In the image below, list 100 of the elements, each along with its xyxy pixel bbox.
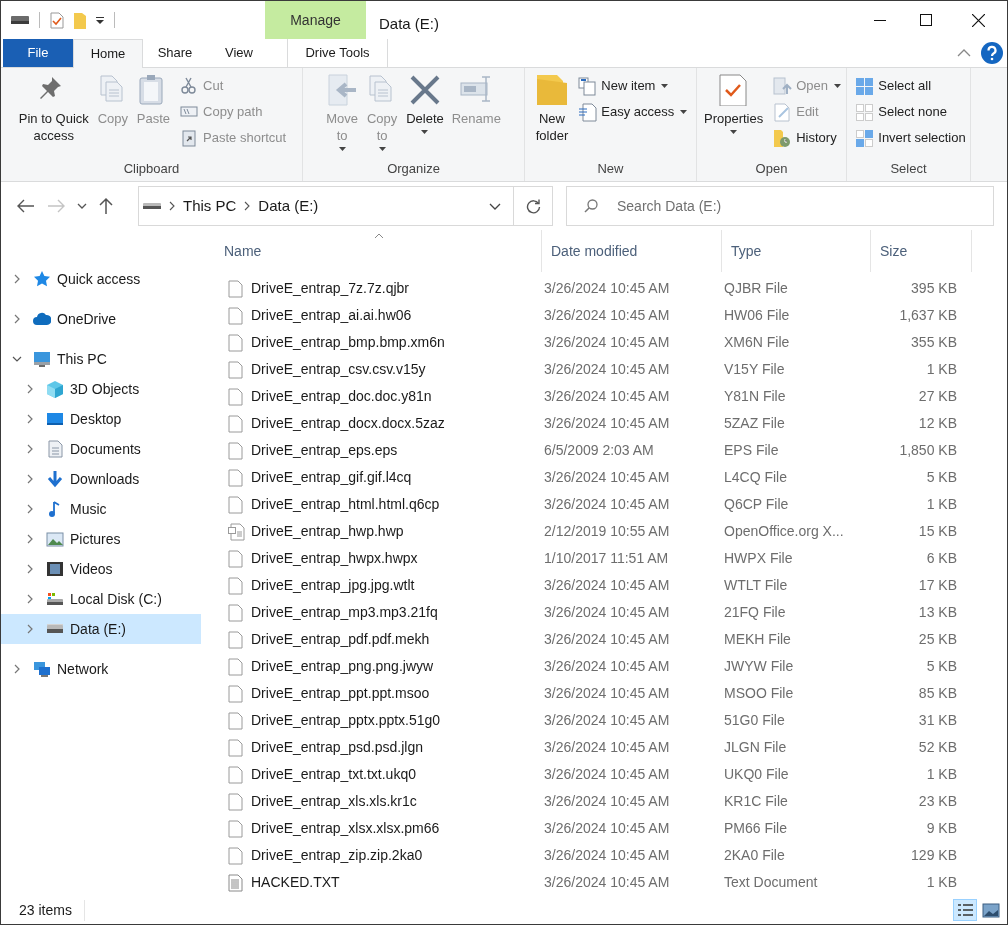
properties-icon[interactable]	[50, 11, 64, 29]
collapsed-chevron-icon[interactable]	[27, 414, 33, 424]
collapsed-chevron-icon[interactable]	[14, 664, 20, 674]
column-header[interactable]: Size	[871, 230, 972, 272]
ribbon-button[interactable]: Delete	[404, 74, 446, 134]
recent-locations-icon[interactable]	[77, 203, 87, 209]
collapsed-chevron-icon[interactable]	[27, 534, 33, 544]
navigation-item[interactable]: Pictures	[1, 524, 201, 554]
ribbon-tab[interactable]: Drive Tools	[287, 39, 388, 67]
help-icon[interactable]	[981, 42, 1003, 64]
file-name[interactable]: DriveE_entrap_bmp.bmp.xm6n	[245, 332, 544, 353]
navigation-item[interactable]: 3D Objects	[1, 374, 201, 404]
document-icon	[228, 522, 245, 541]
collapsed-chevron-icon[interactable]	[27, 564, 33, 574]
ribbon-button[interactable]: Pin to Quick access	[16, 74, 91, 144]
date-modified: 3/26/2024 10:45 AM	[544, 387, 671, 406]
refresh-button[interactable]	[514, 186, 553, 226]
date-modified: 3/26/2024 10:45 AM	[544, 792, 671, 811]
delete-icon	[408, 74, 441, 106]
collapsed-chevron-icon[interactable]	[27, 624, 33, 634]
file-name[interactable]: DriveE_entrap_ai.ai.hw06	[245, 305, 544, 326]
navigation-item[interactable]: Data (E:)	[1, 614, 201, 644]
address-bar[interactable]: This PC Data (E:)	[138, 186, 514, 226]
file-name[interactable]: DriveE_entrap_xlsx.xlsx.pm66	[245, 818, 544, 839]
navigation-item[interactable]: Network	[1, 654, 201, 684]
file-name[interactable]: DriveE_entrap_html.html.q6cp	[245, 494, 544, 515]
collapsed-chevron-icon[interactable]	[27, 474, 33, 484]
ribbon-button[interactable]: History	[773, 128, 842, 148]
collapsed-chevron-icon[interactable]	[14, 274, 20, 284]
collapsed-chevron-icon[interactable]	[14, 314, 20, 324]
file-size: 17 KB	[917, 576, 957, 595]
file-name[interactable]: DriveE_entrap_hwpx.hwpx	[245, 548, 544, 569]
file-name[interactable]: DriveE_entrap_mp3.mp3.21fq	[245, 602, 544, 623]
file-name[interactable]: DriveE_entrap_pptx.pptx.51g0	[245, 710, 544, 731]
column-header[interactable]: Date modified	[542, 230, 722, 272]
navigation-item[interactable]: OneDrive	[1, 304, 201, 334]
file-icon	[228, 657, 245, 676]
ribbon-tab[interactable]: Share	[143, 39, 207, 67]
collapse-ribbon-icon[interactable]	[957, 49, 971, 57]
column-header[interactable]: Name	[215, 230, 542, 272]
file-icon	[228, 684, 245, 703]
minimize-icon[interactable]	[874, 19, 886, 21]
ribbon-button[interactable]: Easy access	[578, 102, 688, 122]
ribbon-button[interactable]: New item	[578, 76, 688, 96]
navigation-item[interactable]: Desktop	[1, 404, 201, 434]
file-icon	[228, 846, 245, 865]
file-name[interactable]: DriveE_entrap_psd.psd.jlgn	[245, 737, 544, 758]
navigation-item[interactable]: Quick access	[1, 264, 201, 294]
breadcrumb[interactable]: This PC	[183, 194, 237, 218]
collapsed-chevron-icon[interactable]	[27, 444, 33, 454]
file-name[interactable]: DriveE_entrap_jpg.jpg.wtlt	[245, 575, 544, 596]
file-name[interactable]: DriveE_entrap_doc.doc.y81n	[245, 386, 544, 407]
ribbon-button[interactable]: Invert selection	[855, 128, 966, 148]
expanded-chevron-icon[interactable]	[12, 356, 22, 362]
file-name[interactable]: DriveE_entrap_docx.docx.5zaz	[245, 413, 544, 434]
collapsed-chevron-icon[interactable]	[27, 594, 33, 604]
navigation-item[interactable]: This PC	[1, 344, 201, 374]
file-name[interactable]: HACKED.TXT	[245, 872, 544, 893]
collapsed-chevron-icon[interactable]	[27, 504, 33, 514]
file-name[interactable]: DriveE_entrap_pdf.pdf.mekh	[245, 629, 544, 650]
navigation-item[interactable]: Videos	[1, 554, 201, 584]
file-type: WTLT File	[724, 576, 789, 595]
file-name[interactable]: DriveE_entrap_gif.gif.l4cq	[245, 467, 544, 488]
file-name[interactable]: DriveE_entrap_hwp.hwp	[245, 521, 544, 542]
cube-icon	[46, 380, 64, 398]
file-type: PM66 File	[724, 819, 789, 838]
navigation-item[interactable]: Local Disk (C:)	[1, 584, 201, 614]
navigation-item[interactable]: Documents	[1, 434, 201, 464]
file-name[interactable]: DriveE_entrap_txt.txt.ukq0	[245, 764, 544, 785]
ribbon-button[interactable]: Select none	[855, 102, 966, 122]
file-name[interactable]: DriveE_entrap_csv.csv.v15y	[245, 359, 544, 380]
computer-icon	[33, 350, 51, 368]
ribbon-tab[interactable]: Home	[73, 39, 143, 68]
file-size: 6 KB	[925, 549, 957, 568]
column-header[interactable]: Type	[722, 230, 871, 272]
file-icon	[228, 333, 245, 352]
file-name[interactable]: DriveE_entrap_ppt.ppt.msoo	[245, 683, 544, 704]
date-modified: 3/26/2024 10:45 AM	[544, 468, 671, 487]
ribbon-button[interactable]: New folder	[533, 74, 571, 144]
ribbon-button[interactable]: Select all	[855, 76, 966, 96]
back-arrow-icon[interactable]	[17, 199, 35, 213]
file-name[interactable]: DriveE_entrap_png.png.jwyw	[245, 656, 544, 677]
maximize-icon[interactable]	[920, 14, 932, 26]
file-name[interactable]: DriveE_entrap_xls.xls.kr1c	[245, 791, 544, 812]
file-name[interactable]: DriveE_entrap_7z.7z.qjbr	[245, 278, 544, 299]
up-arrow-icon[interactable]	[99, 197, 113, 215]
close-icon[interactable]	[971, 13, 985, 27]
breadcrumb[interactable]: Data (E:)	[258, 194, 319, 218]
navigation-item[interactable]: Downloads	[1, 464, 201, 494]
dropdown-icon[interactable]	[96, 16, 104, 24]
file-name[interactable]: DriveE_entrap_zip.zip.2ka0	[245, 845, 544, 866]
ribbon-tab[interactable]: File	[3, 39, 73, 67]
file-name[interactable]: DriveE_entrap_eps.eps	[245, 440, 544, 461]
navigation-item[interactable]: Music	[1, 494, 201, 524]
ribbon-button[interactable]: Properties	[701, 74, 766, 134]
details-view-icon[interactable]	[953, 899, 977, 921]
collapsed-chevron-icon[interactable]	[27, 384, 33, 394]
dropdown-icon[interactable]	[489, 202, 501, 210]
ribbon-tab[interactable]: View	[207, 39, 271, 67]
search-field[interactable]: Search Data (E:)	[566, 186, 994, 226]
